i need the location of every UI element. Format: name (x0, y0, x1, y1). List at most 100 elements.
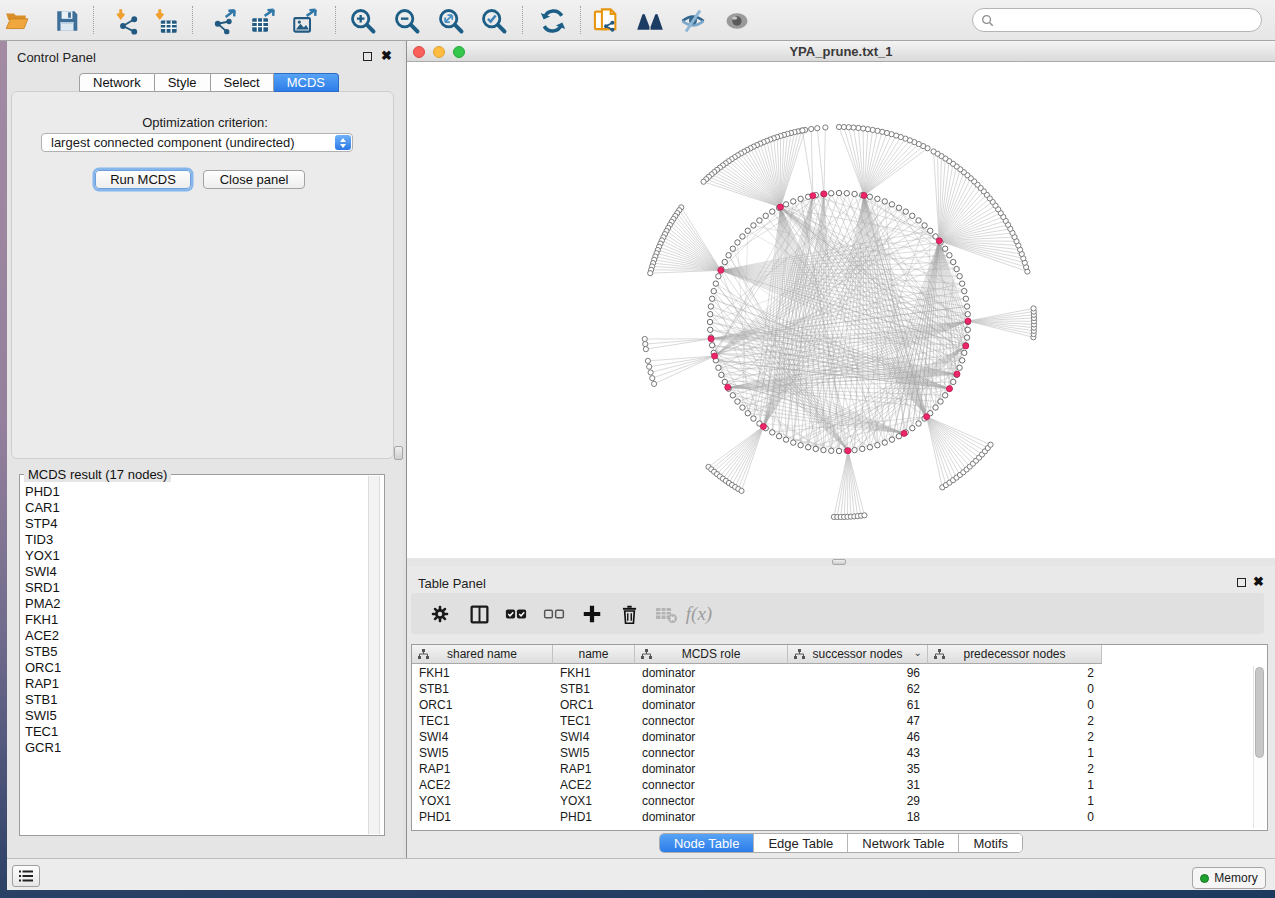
table-scrollbar[interactable] (1253, 666, 1265, 828)
clone-network-icon[interactable] (591, 6, 621, 36)
select-all-icon[interactable] (500, 598, 532, 630)
criterion-dropdown[interactable]: largest connected component (undirected) (41, 133, 353, 152)
table-row[interactable]: RAP1RAP1dominator352 (412, 761, 1267, 777)
horizontal-splitter-handle[interactable] (832, 559, 846, 565)
memory-status-dot (1200, 874, 1209, 883)
cell-shared_name: PHD1 (412, 809, 553, 825)
cell-successor_nodes: 43 (788, 745, 928, 761)
zoom-fit-icon[interactable] (436, 6, 466, 36)
toolbar-separator (192, 6, 193, 34)
network-canvas[interactable] (407, 62, 1275, 558)
tab-edge-table[interactable]: Edge Table (754, 834, 848, 852)
mcds-result-item[interactable]: FKH1 (25, 612, 61, 628)
mcds-result-item[interactable]: SRD1 (25, 580, 61, 596)
mcds-result-item[interactable]: GCR1 (25, 740, 61, 756)
zoom-selected-icon[interactable] (479, 6, 509, 36)
cell-predecessor_nodes: 0 (928, 697, 1102, 713)
table-row[interactable]: ACE2ACE2connector311 (412, 777, 1267, 793)
search-input[interactable] (972, 8, 1262, 32)
deselect-all-icon[interactable] (538, 598, 570, 630)
add-column-icon[interactable] (576, 598, 608, 630)
column-header-shared-name[interactable]: shared name (412, 645, 553, 664)
tab-select[interactable]: Select (211, 73, 274, 92)
close-panel-button[interactable]: Close panel (203, 170, 305, 189)
table-row[interactable]: PHD1PHD1dominator180 (412, 809, 1267, 825)
zoom-in-icon[interactable] (348, 6, 378, 36)
open-icon[interactable] (2, 6, 32, 36)
tab-network-table[interactable]: Network Table (848, 834, 959, 852)
vertical-splitter-handle[interactable] (394, 446, 403, 460)
tab-network[interactable]: Network (79, 73, 155, 92)
delete-table-icon (650, 598, 682, 630)
mcds-result-item[interactable]: ORC1 (25, 660, 61, 676)
cell-predecessor_nodes: 2 (928, 713, 1102, 729)
tab-style[interactable]: Style (155, 73, 211, 92)
float-table-panel-icon[interactable] (1237, 578, 1246, 587)
show-all-icon[interactable] (722, 6, 752, 36)
table-row[interactable]: STB1STB1dominator620 (412, 681, 1267, 697)
cell-shared_name: SWI4 (412, 729, 553, 745)
cell-name: ACE2 (553, 777, 635, 793)
cell-mcds_role: connector (635, 745, 788, 761)
shared-column-icon (794, 649, 805, 660)
export-network-icon[interactable] (209, 6, 239, 36)
column-header-predecessor-nodes[interactable]: predecessor nodes (928, 645, 1102, 664)
export-image-icon[interactable] (290, 6, 320, 36)
tab-motifs[interactable]: Motifs (959, 834, 1022, 852)
float-panel-icon[interactable] (363, 52, 372, 61)
table-settings-icon[interactable] (424, 598, 456, 630)
cell-name: TEC1 (553, 713, 635, 729)
mcds-result-scrollbar[interactable] (368, 476, 380, 834)
table-row[interactable]: SWI4SWI4dominator462 (412, 729, 1267, 745)
column-header-successor-nodes[interactable]: successor nodes⌄ (788, 645, 928, 664)
close-panel-icon[interactable]: ✖ (381, 48, 392, 63)
close-table-panel-icon[interactable]: ✖ (1253, 574, 1264, 589)
mcds-result-item[interactable]: PHD1 (25, 484, 61, 500)
zoom-out-icon[interactable] (392, 6, 422, 36)
mcds-result-item[interactable]: RAP1 (25, 676, 61, 692)
mcds-result-item[interactable]: YOX1 (25, 548, 61, 564)
column-header-MCDS-role[interactable]: MCDS role (635, 645, 788, 664)
mcds-result-item[interactable]: TEC1 (25, 724, 61, 740)
column-header-name[interactable]: name (553, 645, 635, 664)
mcds-result-item[interactable]: SWI5 (25, 708, 61, 724)
export-table-icon[interactable] (248, 6, 278, 36)
hide-selected-icon[interactable] (678, 6, 708, 36)
cell-successor_nodes: 29 (788, 793, 928, 809)
mcds-result-item[interactable]: STP4 (25, 516, 61, 532)
mcds-result-item[interactable]: CAR1 (25, 500, 61, 516)
mcds-result-item[interactable]: STB1 (25, 692, 61, 708)
table-scrollbar-thumb[interactable] (1255, 667, 1264, 758)
mcds-result-item[interactable]: TID3 (25, 532, 61, 548)
import-table-icon[interactable] (151, 6, 181, 36)
cell-mcds_role: connector (635, 713, 788, 729)
table-row[interactable]: ORC1ORC1dominator610 (412, 697, 1267, 713)
delete-column-icon[interactable] (613, 598, 645, 630)
table-row[interactable]: YOX1YOX1connector291 (412, 793, 1267, 809)
tab-node-table[interactable]: Node Table (660, 834, 755, 852)
memory-button[interactable]: Memory (1192, 867, 1266, 889)
function-builder-icon: f(x) (683, 598, 715, 630)
network-view[interactable]: YPA_prune.txt_1 (407, 41, 1275, 558)
mcds-result-item[interactable]: PMA2 (25, 596, 61, 612)
refresh-icon[interactable] (538, 6, 568, 36)
import-network-icon[interactable] (112, 6, 142, 36)
table-row[interactable]: FKH1FKH1dominator962 (412, 665, 1267, 681)
task-history-button[interactable] (12, 865, 40, 887)
cell-name: YOX1 (553, 793, 635, 809)
save-icon[interactable] (52, 6, 82, 36)
tab-mcds[interactable]: MCDS (274, 73, 339, 92)
mcds-result-list[interactable]: PHD1CAR1STP4TID3YOX1SWI4SRD1PMA2FKH1ACE2… (25, 484, 61, 756)
table-row[interactable]: SWI5SWI5connector431 (412, 745, 1267, 761)
run-mcds-button[interactable]: Run MCDS (95, 170, 191, 189)
first-neighbors-icon[interactable] (635, 6, 665, 36)
mcds-result-item[interactable]: SWI4 (25, 564, 61, 580)
mcds-result-item[interactable]: ACE2 (25, 628, 61, 644)
cell-successor_nodes: 18 (788, 809, 928, 825)
table-row[interactable]: TEC1TEC1connector472 (412, 713, 1267, 729)
cell-mcds_role: connector (635, 793, 788, 809)
cell-name: STB1 (553, 681, 635, 697)
split-view-icon[interactable] (463, 598, 495, 630)
cell-name: PHD1 (553, 809, 635, 825)
mcds-result-item[interactable]: STB5 (25, 644, 61, 660)
